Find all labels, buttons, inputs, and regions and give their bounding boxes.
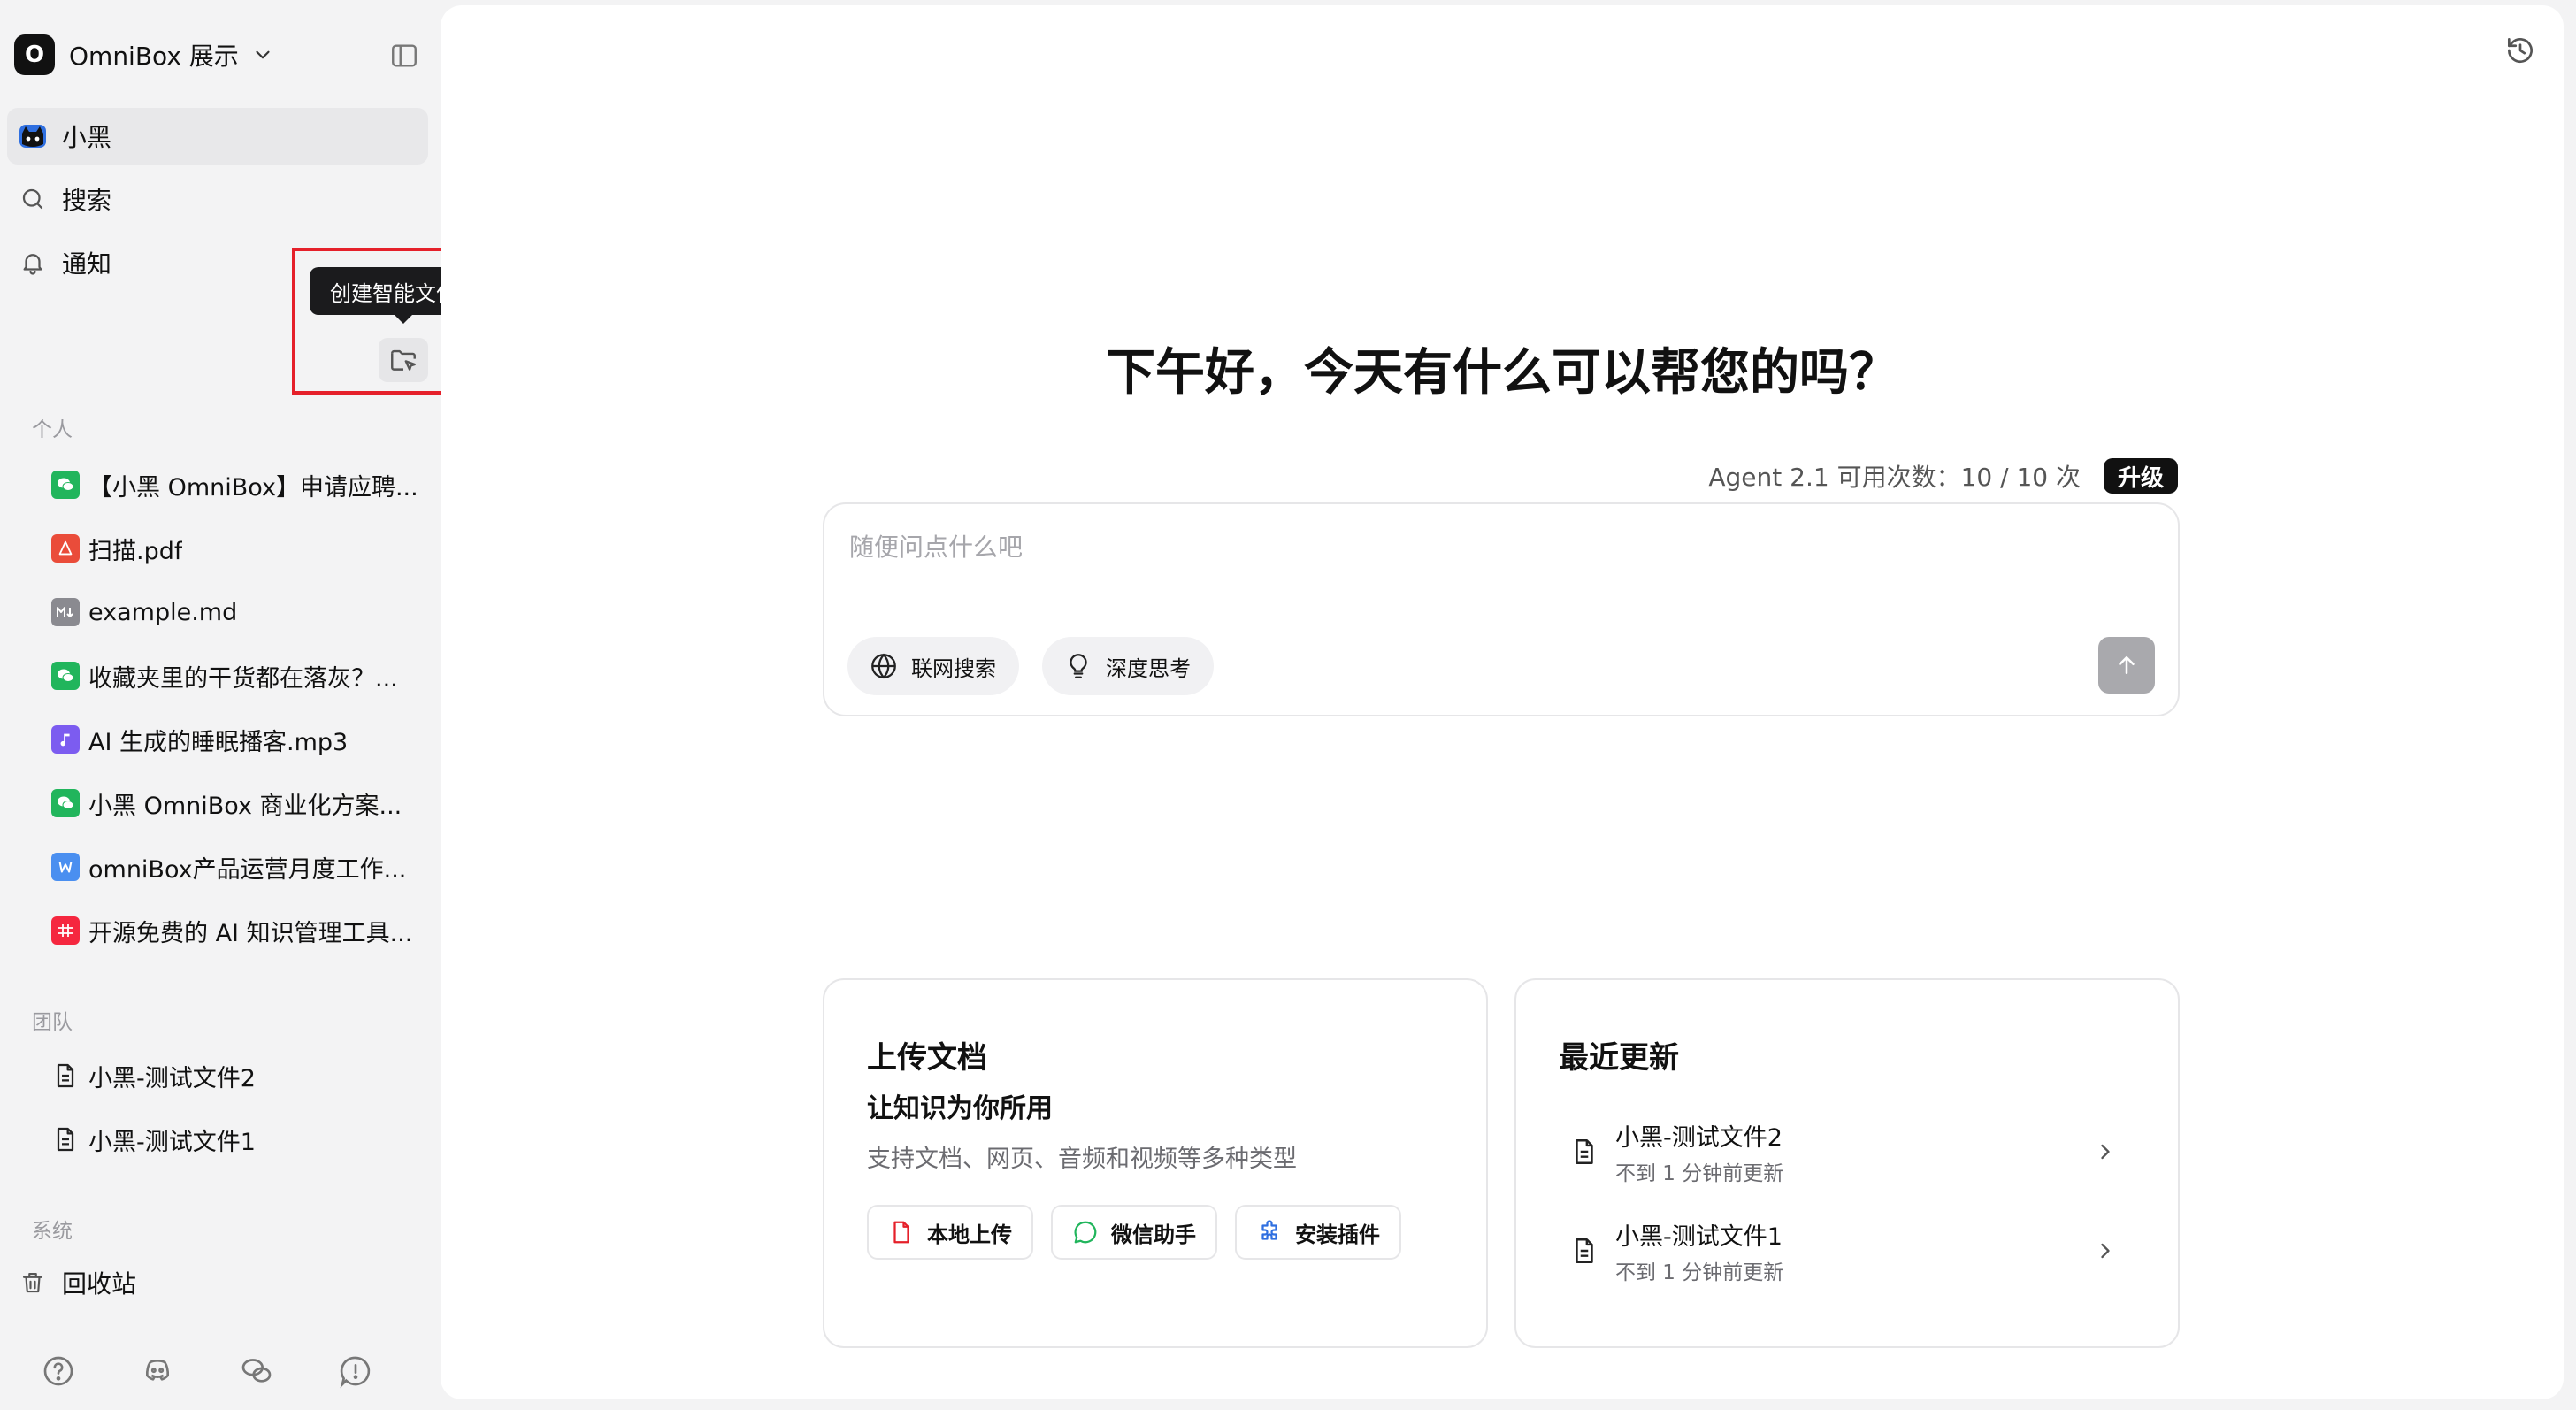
- workspace-name: OmniBox 展示: [69, 42, 239, 71]
- recent-item-text: 小黑-测试文件2 不到 1 分钟前更新: [1615, 1118, 1783, 1186]
- install-plugin-label: 安装插件: [1295, 1222, 1380, 1247]
- local-upload-button[interactable]: 本地上传: [867, 1205, 1033, 1260]
- globe-icon: [871, 653, 896, 679]
- document-icon: [57, 1127, 74, 1152]
- section-label-personal: 个人: [32, 418, 73, 441]
- list-item[interactable]: 扫描.pdf: [51, 522, 423, 575]
- sidebar-item-home[interactable]: 小黑: [7, 108, 428, 165]
- chevron-right-icon: [2101, 1243, 2110, 1259]
- wechat-icon: [51, 789, 80, 817]
- upload-card: 上传文档 让知识为你所用 支持文档、网页、音频和视频等多种类型 本地上传 微信助…: [823, 978, 1488, 1348]
- install-plugin-button[interactable]: 安装插件: [1235, 1205, 1401, 1260]
- recent-item-time: 不到 1 分钟前更新: [1615, 1261, 1784, 1284]
- chat-bubble-icon: [1074, 1221, 1097, 1244]
- workspace-logo: O: [14, 34, 55, 75]
- feedback-icon[interactable]: [338, 1353, 373, 1389]
- upload-card-description: 支持文档、网页、音频和视频等多种类型: [867, 1146, 1297, 1173]
- cat-avatar-icon: [18, 121, 48, 151]
- file-label: 小黑-测试文件2: [88, 1064, 256, 1092]
- upgrade-button[interactable]: 升级: [2103, 458, 2178, 494]
- search-icon: [18, 184, 48, 214]
- wechat-assistant-label: 微信助手: [1111, 1222, 1196, 1247]
- bell-icon: [18, 248, 48, 278]
- send-button[interactable]: [2098, 637, 2155, 694]
- file-label: 开源免费的 AI 知识管理工具...: [88, 919, 413, 947]
- recent-item[interactable]: 小黑-测试文件1 不到 1 分钟前更新: [1569, 1215, 2135, 1286]
- sidebar: O OmniBox 展示 小黑 搜索 通知 创建智能文件夹 个人 【小黑 Omn…: [0, 0, 633, 1410]
- lightbulb-icon: [1070, 654, 1087, 678]
- recent-updates-card: 最近更新 小黑-测试文件2 不到 1 分钟前更新 小黑-测试文件1 不到 1 分…: [1514, 978, 2180, 1348]
- file-label: omniBox产品运营月度工作...: [88, 855, 407, 884]
- section-label-system: 系统: [32, 1220, 73, 1243]
- sidebar-toggle-icon[interactable]: [389, 41, 419, 71]
- trash-icon: [18, 1268, 48, 1298]
- pdf-icon: [51, 534, 80, 563]
- recent-item-name: 小黑-测试文件2: [1615, 1123, 1782, 1152]
- list-item[interactable]: 开源免费的 AI 知识管理工具...: [51, 904, 423, 957]
- greeting-title: 下午好，今天有什么可以帮您的吗？: [1106, 344, 1898, 402]
- main-panel: 下午好，今天有什么可以帮您的吗？ Agent 2.1 可用次数：10 / 10 …: [441, 5, 2564, 1399]
- history-icon[interactable]: [2503, 34, 2537, 67]
- word-icon: [51, 853, 80, 881]
- chat-composer: 联网搜索 深度思考: [823, 502, 2180, 716]
- file-label: 小黑-测试文件1: [88, 1128, 256, 1156]
- file-label: 扫描.pdf: [88, 537, 183, 565]
- list-item[interactable]: example.md: [51, 586, 423, 639]
- file-label: AI 生成的睡眠播客.mp3: [88, 728, 349, 756]
- workspace-switcher[interactable]: O OmniBox 展示: [14, 34, 274, 76]
- sidebar-item-label: 小黑: [62, 123, 112, 152]
- chevron-right-icon: [2101, 1144, 2110, 1160]
- file-label: 【小黑 OmniBox】申请应聘...: [88, 473, 418, 502]
- list-item[interactable]: omniBox产品运营月度工作...: [51, 840, 423, 893]
- sidebar-footer: [41, 1353, 373, 1389]
- file-label: 小黑 OmniBox 商业化方案...: [88, 792, 402, 820]
- sidebar-item-search[interactable]: 搜索: [7, 171, 428, 227]
- wechat-assistant-button[interactable]: 微信助手: [1051, 1205, 1217, 1260]
- agent-quota: Agent 2.1 可用次数：10 / 10 次 升级: [1708, 458, 2178, 494]
- app-window: O OmniBox 展示 小黑 搜索 通知 创建智能文件夹 个人 【小黑 Omn…: [0, 0, 2576, 1410]
- sidebar-item-label: 回收站: [62, 1269, 137, 1299]
- recent-item-name: 小黑-测试文件1: [1615, 1222, 1782, 1251]
- document-icon: [1576, 1139, 1593, 1164]
- local-upload-label: 本地上传: [927, 1222, 1012, 1247]
- discord-icon[interactable]: [140, 1353, 175, 1389]
- upload-card-subtitle: 让知识为你所用: [867, 1093, 1053, 1124]
- sidebar-item-label: 通知: [62, 249, 112, 279]
- recent-item[interactable]: 小黑-测试文件2 不到 1 分钟前更新: [1569, 1116, 2135, 1187]
- deep-think-toggle[interactable]: 深度思考: [1042, 637, 1214, 695]
- section-label-team: 团队: [32, 1011, 73, 1034]
- list-item[interactable]: 小黑 OmniBox 商业化方案...: [51, 777, 423, 830]
- list-item[interactable]: 【小黑 OmniBox】申请应聘...: [51, 458, 423, 511]
- document-icon: [57, 1063, 74, 1088]
- file-upload-icon: [893, 1221, 909, 1244]
- puzzle-icon: [1261, 1220, 1277, 1240]
- document-icon: [1576, 1238, 1593, 1263]
- recent-item-time: 不到 1 分钟前更新: [1615, 1161, 1784, 1185]
- list-item[interactable]: 小黑-测试文件1: [51, 1113, 423, 1166]
- quota-text: Agent 2.1 可用次数：10 / 10 次: [1708, 463, 2081, 492]
- markdown-icon: [51, 598, 80, 626]
- list-item[interactable]: AI 生成的睡眠播客.mp3: [51, 713, 423, 766]
- help-icon[interactable]: [41, 1353, 76, 1389]
- wechat-outline-icon[interactable]: [239, 1353, 274, 1389]
- recent-item-text: 小黑-测试文件1 不到 1 分钟前更新: [1615, 1217, 1783, 1285]
- wechat-icon: [51, 471, 80, 499]
- file-label: example.md: [88, 598, 238, 626]
- wechat-icon: [51, 662, 80, 690]
- web-search-label: 联网搜索: [911, 655, 996, 681]
- sidebar-item-trash[interactable]: 回收站: [7, 1254, 428, 1311]
- file-label: 收藏夹里的干货都在落灰？...: [88, 664, 398, 693]
- list-item[interactable]: 收藏夹里的干货都在落灰？...: [51, 649, 423, 702]
- arrow-up-icon: [2119, 656, 2135, 674]
- recent-card-title: 最近更新: [1559, 1040, 1679, 1076]
- web-search-toggle[interactable]: 联网搜索: [847, 637, 1019, 695]
- xiaohongshu-icon: [51, 916, 80, 945]
- audio-icon: [51, 725, 80, 754]
- sidebar-item-label: 搜索: [62, 186, 112, 215]
- list-item[interactable]: 小黑-测试文件2: [51, 1049, 423, 1102]
- chat-input[interactable]: [849, 527, 1999, 566]
- upload-card-title: 上传文档: [867, 1040, 987, 1076]
- deep-think-label: 深度思考: [1106, 655, 1191, 681]
- chevron-down-icon: [256, 50, 270, 59]
